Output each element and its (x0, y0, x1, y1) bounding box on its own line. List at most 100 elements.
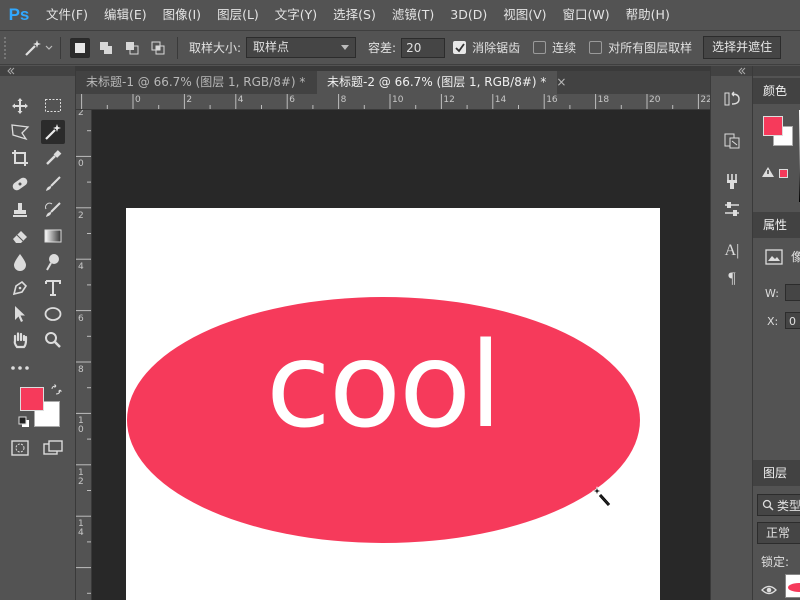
eyedropper-icon (46, 150, 62, 165)
eyedropper-tool[interactable] (41, 146, 65, 170)
ruler-label: 12 (443, 95, 455, 105)
edit-toolbar-button[interactable] (8, 356, 32, 380)
paragraph-panel-button[interactable]: ¶ (720, 268, 744, 290)
tab-document-2[interactable]: 未标题-2 @ 66.7% (图层 1, RGB/8#) * × (317, 71, 566, 94)
photoshop-window: Ps 文件(F) 编辑(E) 图像(I) 图层(L) 文字(Y) 选择(S) 滤… (0, 0, 800, 600)
sample-size-select[interactable]: 取样点 (246, 37, 357, 58)
tolerance-label: 容差: (368, 41, 397, 55)
menu-3d[interactable]: 3D(D) (442, 0, 495, 30)
contiguous-checkbox[interactable] (533, 41, 547, 54)
type-tool[interactable] (41, 276, 65, 300)
tab-document-1-label: 未标题-1 @ 66.7% (图层 1, RGB/8#) * (86, 75, 306, 89)
eye-icon[interactable] (761, 584, 777, 596)
clone-stamp-tool[interactable] (8, 198, 32, 222)
horizontal-ruler[interactable]: 0 2 4 6 8 10 12 14 16 18 20 22 (76, 94, 710, 110)
foreground-color-swatch[interactable] (20, 387, 44, 411)
gamut-swatch[interactable] (779, 169, 788, 178)
menu-select[interactable]: 选择(S) (325, 0, 384, 30)
healing-brush-tool[interactable] (8, 172, 32, 196)
close-icon[interactable]: × (556, 75, 566, 89)
marquee-tool[interactable] (41, 94, 65, 118)
document-canvas[interactable]: cool (126, 208, 660, 600)
path-selection-tool[interactable] (8, 302, 32, 326)
crop-tool[interactable] (8, 146, 32, 170)
menu-layer[interactable]: 图层(L) (209, 0, 267, 30)
menu-view[interactable]: 视图(V) (495, 0, 554, 30)
menu-file[interactable]: 文件(F) (38, 0, 96, 30)
vertical-ruler[interactable]: 2 0 2 4 6 8 1 0 1 2 1 4 (76, 110, 92, 600)
sample-all-layers-checkbox[interactable] (589, 41, 603, 54)
drop-icon (14, 254, 26, 271)
pasteboard[interactable]: cool (92, 110, 710, 600)
hand-tool[interactable] (8, 328, 32, 352)
magic-wand-icon (25, 39, 41, 56)
brush-presets-icon (727, 174, 737, 189)
sample-all-layers-label: 对所有图层取样 (608, 41, 693, 55)
menu-type[interactable]: 文字(Y) (267, 0, 325, 30)
eraser-tool[interactable] (8, 224, 32, 248)
rectangular-marquee-icon (45, 99, 61, 112)
blur-tool[interactable] (8, 250, 32, 274)
dodge-tool[interactable] (41, 250, 65, 274)
menu-image[interactable]: 图像(I) (155, 0, 209, 30)
options-grip[interactable] (4, 36, 14, 59)
layer-filter-value: 类型 (777, 498, 800, 513)
lasso-tool[interactable] (8, 120, 32, 144)
screen-mode-icon (43, 440, 63, 455)
libraries-panel-button[interactable] (720, 130, 744, 152)
x-label: X: (767, 315, 779, 328)
separator (177, 36, 178, 59)
swap-colors-icon[interactable] (50, 384, 62, 396)
history-icon (724, 91, 740, 106)
panel-foreground-swatch[interactable] (763, 116, 783, 136)
shape-tool[interactable] (41, 302, 65, 326)
tab-layers[interactable]: 图层 (753, 460, 800, 486)
tool-preset-picker[interactable] (22, 38, 54, 58)
pen-icon (12, 280, 28, 296)
strip-header[interactable] (711, 66, 752, 76)
subtract-selection-button[interactable] (122, 38, 142, 58)
add-selection-button[interactable] (96, 38, 116, 58)
quick-mask-button[interactable] (8, 436, 32, 460)
panel-header (753, 66, 800, 76)
type-icon (45, 280, 61, 296)
ruler-label: 4 (237, 95, 244, 105)
sliders-icon (725, 202, 739, 216)
move-tool[interactable] (8, 94, 32, 118)
tab-properties[interactable]: 属性 (753, 212, 800, 238)
menu-help[interactable]: 帮助(H) (618, 0, 678, 30)
menu-filter[interactable]: 滤镜(T) (384, 0, 442, 30)
magic-wand-tool[interactable] (41, 120, 65, 144)
layer-thumbnail[interactable] (785, 574, 800, 598)
canvas-text[interactable]: cool (126, 326, 640, 444)
menu-edit[interactable]: 编辑(E) (96, 0, 155, 30)
tab-color[interactable]: 颜色 (753, 78, 800, 104)
brush-tool[interactable] (41, 172, 65, 196)
intersect-selection-button[interactable] (148, 38, 168, 58)
tab-document-1[interactable]: 未标题-1 @ 66.7% (图层 1, RGB/8#) *× (76, 71, 325, 94)
gradient-tool[interactable] (41, 224, 65, 248)
x-input[interactable]: 0 厘 (785, 312, 800, 329)
tolerance-input[interactable]: 20 (401, 37, 446, 58)
select-and-mask-button[interactable]: 选择并遮住 (703, 36, 782, 59)
new-selection-button[interactable] (70, 37, 90, 58)
tool-presets-panel-button[interactable] (720, 198, 744, 220)
antialias-checkbox[interactable] (453, 41, 467, 54)
tools-panel-header[interactable] (0, 66, 75, 76)
photoshop-logo: Ps (8, 5, 30, 24)
history-panel-button[interactable] (720, 88, 744, 110)
width-input[interactable] (785, 284, 800, 301)
zoom-tool[interactable] (41, 328, 65, 352)
subtract-selection-icon (126, 41, 139, 54)
blend-mode-select[interactable]: 正常 (757, 522, 800, 544)
right-panels: 颜色 属性 像 W: X: 0 厘 图层 类型 正常 锁定: (752, 66, 800, 600)
tools-panel (0, 66, 76, 600)
character-panel-button[interactable]: A| (720, 240, 744, 262)
layer-filter-select[interactable]: 类型 (757, 494, 800, 516)
default-colors-icon[interactable] (18, 416, 30, 428)
screen-mode-button[interactable] (41, 436, 65, 460)
menu-window[interactable]: 窗口(W) (555, 0, 618, 30)
pen-tool[interactable] (8, 276, 32, 300)
adjustments-panel-button[interactable] (720, 170, 744, 192)
history-brush-tool[interactable] (41, 198, 65, 222)
